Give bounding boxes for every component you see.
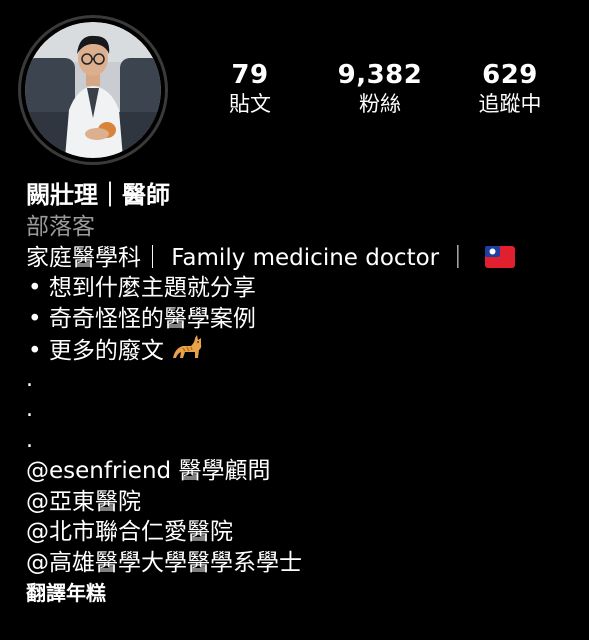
bio-bullet-3-line: • 更多的廢文	[26, 334, 576, 365]
translate-button[interactable]: 翻譯年糕	[26, 578, 576, 609]
avatar-photo	[25, 22, 161, 158]
bio-headline: 家庭醫學科｜ Family medicine doctor ｜	[26, 244, 470, 271]
posts-count: 79	[231, 60, 269, 90]
profile-stats: 79 貼文 9,382 粉絲 629 追蹤中	[185, 60, 575, 118]
following-count: 629	[482, 60, 538, 90]
bio-bullet-1: • 想到什麼主題就分享	[28, 275, 256, 301]
bio-dot-3: .	[26, 427, 33, 453]
mention-far-eastern-hospital[interactable]: @亞東醫院	[26, 487, 576, 518]
taiwan-flag-icon	[484, 245, 515, 277]
followers-label: 粉絲	[359, 92, 401, 116]
profile-avatar[interactable]	[18, 15, 168, 165]
profile-bio: 闕壯理｜醫師 部落客 家庭醫學科｜ Family medicine doctor…	[26, 178, 576, 609]
mention-esenfriend[interactable]: @esenfriend 醫學顧問	[26, 456, 576, 487]
followers-count: 9,382	[337, 60, 423, 90]
stat-followers[interactable]: 9,382 粉絲	[320, 60, 440, 118]
following-label: 追蹤中	[478, 92, 542, 116]
stat-posts[interactable]: 79 貼文	[190, 60, 310, 118]
bio-bullet-2: • 奇奇怪怪的醫學案例	[28, 305, 256, 332]
bio-bullet-3: • 更多的廢文	[28, 338, 164, 364]
mention-renai-hospital[interactable]: @北市聯合仁愛醫院	[26, 517, 576, 548]
bio-headline-line: 家庭醫學科｜ Family medicine doctor ｜	[26, 243, 576, 274]
bio-dot-1: .	[26, 366, 33, 392]
posts-label: 貼文	[229, 92, 271, 116]
bio-dot-2: .	[26, 397, 33, 422]
cat-emoji-icon	[171, 334, 205, 371]
profile-category: 部落客	[26, 214, 95, 240]
stat-following[interactable]: 629 追蹤中	[450, 60, 570, 118]
mention-kmu[interactable]: @高雄醫學大學醫學系學士	[26, 548, 576, 579]
profile-name: 闕壯理｜醫師	[26, 181, 170, 209]
